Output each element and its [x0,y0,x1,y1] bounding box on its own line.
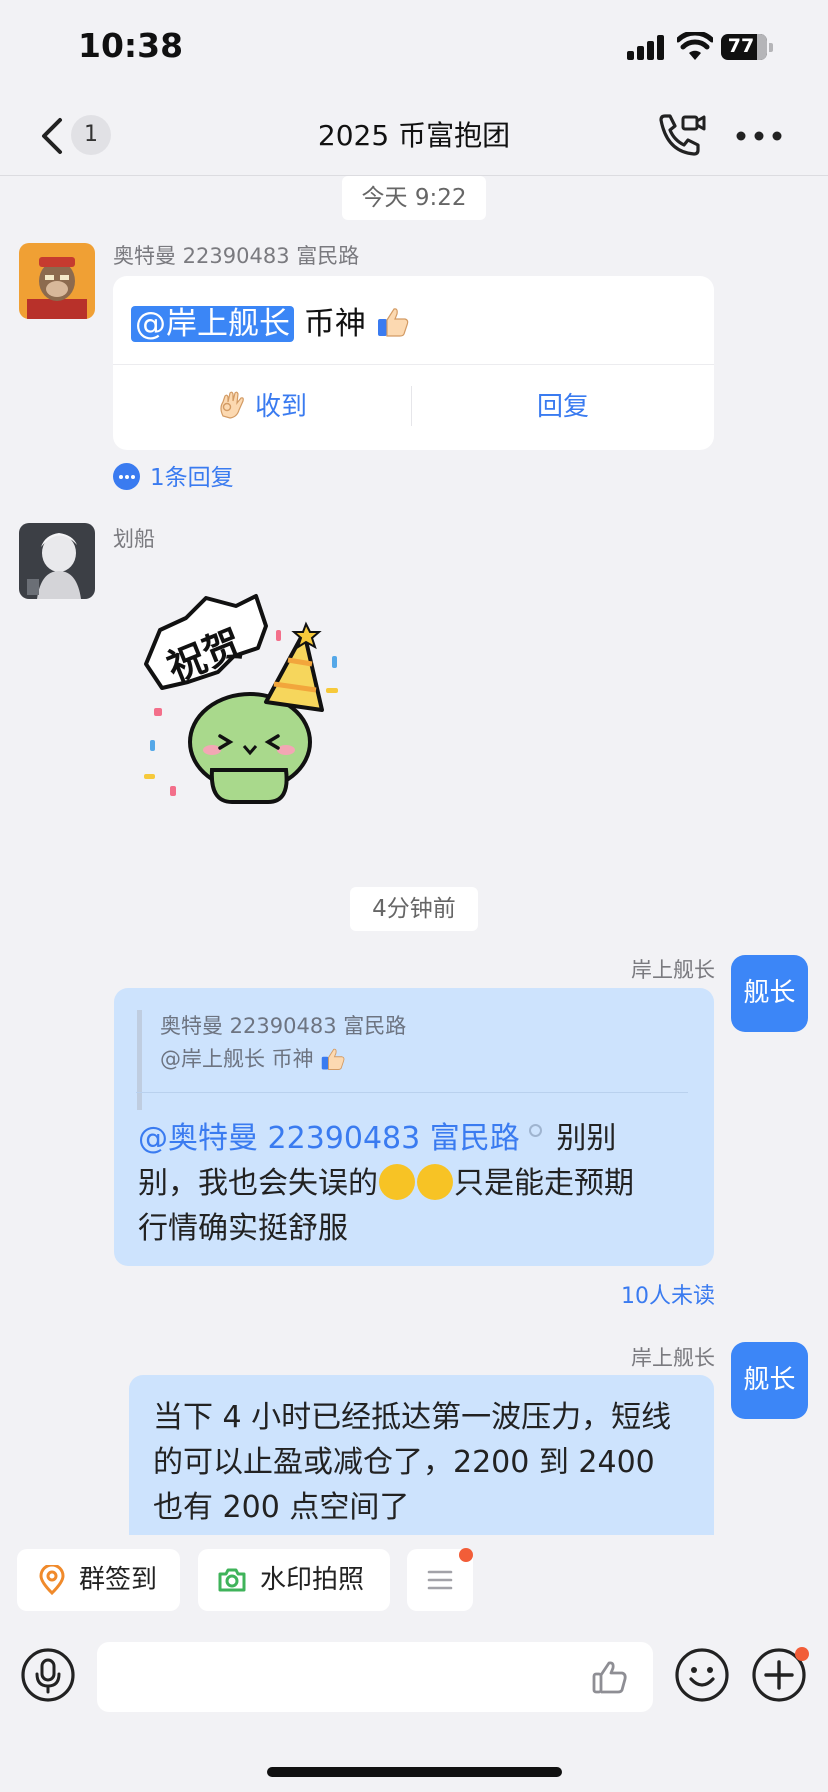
sender-name: 岸上舰长 [631,958,715,982]
battery-indicator: 77 [721,34,773,60]
sender-name: 奥特曼 22390483 富民路 [113,244,360,268]
reply-count-label: 1条回复 [150,465,234,491]
quote-text-row: @岸上舰长 币神 [160,1043,687,1076]
quick-action-bar: 群签到 水印拍照 [0,1535,828,1615]
ack-button[interactable]: 收到 [113,365,411,450]
menu-icon [427,1570,453,1590]
mention-highlight[interactable]: @岸上舰长 [131,306,294,342]
crying-laughing-emoji-icon [417,1163,453,1200]
reply-button[interactable]: 回复 [412,365,714,450]
message-text: 当下 4 小时已经抵达第一波压力，短线的可以止盈或减仓了，2200 到 2400… [153,1400,672,1525]
card-text: @岸上舰长 币神 [131,298,410,343]
voice-icon[interactable] [20,1647,76,1703]
status-time: 10:38 [78,26,184,65]
wifi-icon [677,32,713,60]
message-text: @奥特曼 22390483 富民路 别别 别，我也会失误的 只是能走预期 行情确实… [138,1121,634,1246]
ok-hand-icon [220,391,244,419]
watermark-camera-button[interactable]: 水印拍照 [198,1549,390,1611]
quote-text: @岸上舰长 币神 [160,1047,314,1071]
checkin-button[interactable]: 群签到 [17,1549,180,1611]
avatar[interactable]: 舰长 [731,955,808,1032]
call-icon[interactable] [655,112,707,160]
message-text: 币神 [294,306,366,342]
nav-bar: 1 2025 币富抱团 [0,96,828,176]
emoji-icon[interactable] [674,1647,730,1703]
time-divider: 4分钟前 [350,887,478,931]
notification-dot [795,1647,809,1661]
message-bubble[interactable]: 奥特曼 22390483 富民路 @岸上舰长 币神 @奥特曼 22390483 … [114,988,714,1266]
sender-name: 岸上舰长 [631,1346,715,1370]
quoted-message[interactable]: 奥特曼 22390483 富民路 @岸上舰长 币神 [137,1010,687,1110]
avatar[interactable] [19,243,95,319]
crying-laughing-emoji-icon [379,1163,415,1200]
message-input[interactable] [97,1642,653,1712]
battery-level: 77 [727,35,755,57]
thumbs-up-icon [322,1048,345,1070]
ack-label: 收到 [254,392,307,422]
camera-icon [218,1568,246,1592]
comment-icon [113,463,140,490]
camera-label: 水印拍照 [260,1565,365,1595]
mention-status-dot [529,1124,543,1137]
location-icon [39,1565,65,1595]
avatar[interactable] [19,523,95,599]
input-bar [0,1615,828,1792]
status-bar: 10:38 77 [0,0,828,96]
home-indicator [267,1767,562,1777]
message-card[interactable]: @岸上舰长 币神 收到 回复 [113,276,714,450]
read-status[interactable]: 10人未读 [621,1278,715,1310]
cellular-signal-icon [627,34,667,60]
reply-thread-link[interactable]: 1条回复 [113,458,234,491]
notification-dot [459,1548,473,1562]
thumbs-up-icon[interactable] [591,1659,629,1695]
more-icon[interactable] [734,122,784,150]
sticker-congrats[interactable]: 祝贺 [140,590,380,815]
sender-name: 划船 [113,527,155,551]
checkin-label: 群签到 [79,1565,158,1595]
time-divider: 今天 9:22 [342,176,486,220]
thumbs-up-icon [377,308,408,337]
mention-link[interactable]: @奥特曼 22390483 富民路 [138,1121,520,1156]
quote-author: 奥特曼 22390483 富民路 [160,1014,407,1038]
message-bubble[interactable]: 当下 4 小时已经抵达第一波压力，短线的可以止盈或减仓了，2200 到 2400… [129,1375,714,1545]
avatar[interactable]: 舰长 [731,1342,808,1419]
